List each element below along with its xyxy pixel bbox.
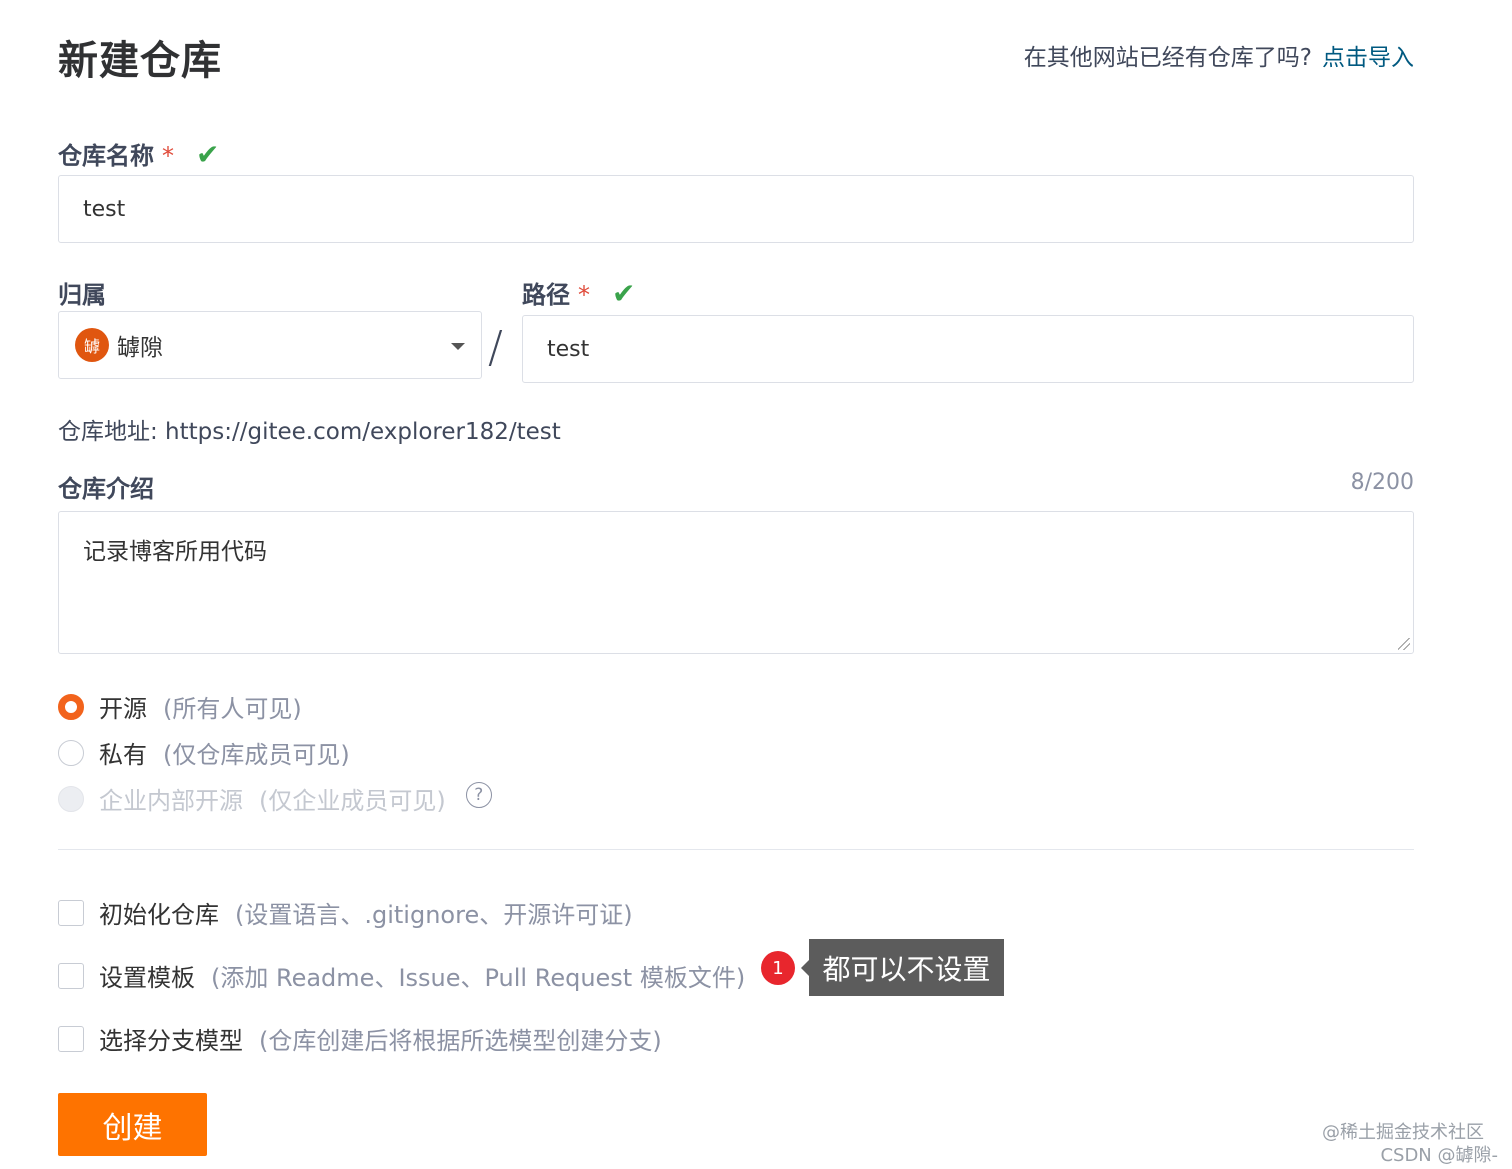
template-note: (添加 Readme、Issue、Pull Request 模板文件) <box>211 964 746 992</box>
checkbox[interactable] <box>58 962 84 989</box>
path-label-row: 路径 * ✔ <box>522 275 635 310</box>
required-mark: * <box>162 142 174 170</box>
import-link[interactable]: 点击导入 <box>1322 45 1414 71</box>
radio-open[interactable]: 开源 (所有人可见) <box>58 689 302 724</box>
page-title: 新建仓库 <box>58 38 222 84</box>
checkbox[interactable] <box>58 1025 84 1052</box>
check-icon: ✔ <box>196 138 220 171</box>
radio-enterprise-label: 企业内部开源 <box>99 787 243 815</box>
radio-open-note: (所有人可见) <box>163 695 302 723</box>
path-separator: / <box>488 322 503 373</box>
owner-value: 罅隙 <box>117 335 163 361</box>
description-label: 仓库介绍 <box>58 475 154 503</box>
watermark-csdn: CSDN @罅隙- <box>1380 1145 1498 1166</box>
create-button[interactable]: 创建 <box>58 1093 207 1156</box>
annotation-arrow <box>801 960 809 976</box>
required-mark: * <box>578 281 590 309</box>
radio-button-disabled <box>58 785 84 812</box>
divider <box>58 849 1414 850</box>
chevron-down-icon <box>451 343 465 350</box>
radio-button[interactable] <box>58 739 84 766</box>
repo-name-label-row: 仓库名称 * ✔ <box>58 136 219 171</box>
avatar: 罅 <box>75 328 109 362</box>
repo-name-value: test <box>83 196 126 222</box>
radio-private-note: (仅仓库成员可见) <box>163 741 350 769</box>
path-label: 路径 <box>522 281 570 309</box>
checkbox-branch-model[interactable]: 选择分支模型 (仓库创建后将根据所选模型创建分支) <box>58 1021 662 1056</box>
checkbox[interactable] <box>58 899 84 926</box>
repo-address: 仓库地址: https://gitee.com/explorer182/test <box>58 419 561 445</box>
branch-model-label: 选择分支模型 <box>99 1027 243 1055</box>
annotation-tooltip: 都可以不设置 <box>809 939 1004 996</box>
repo-name-label: 仓库名称 <box>58 142 154 170</box>
template-label: 设置模板 <box>99 964 195 992</box>
radio-enterprise-note: (仅企业成员可见) <box>259 787 446 815</box>
import-hint-text: 在其他网站已经有仓库了吗? <box>1023 45 1312 71</box>
radio-private-label: 私有 <box>99 741 147 769</box>
check-icon: ✔ <box>612 277 636 310</box>
char-counter: 8/200 <box>1350 470 1414 495</box>
annotation-badge: 1 <box>761 951 795 985</box>
branch-model-note: (仓库创建后将根据所选模型创建分支) <box>259 1027 662 1055</box>
owner-label: 归属 <box>58 281 106 309</box>
radio-button-checked[interactable] <box>58 693 84 720</box>
resize-handle-icon[interactable] <box>1398 638 1410 650</box>
help-icon[interactable]: ? <box>465 781 492 808</box>
radio-private[interactable]: 私有 (仅仓库成员可见) <box>58 735 350 770</box>
radio-open-label: 开源 <box>99 695 147 723</box>
import-hint: 在其他网站已经有仓库了吗? 点击导入 <box>1024 38 1414 72</box>
path-input[interactable]: test <box>522 315 1414 383</box>
description-textarea[interactable]: 记录博客所用代码 <box>58 511 1414 654</box>
checkbox-init-repo[interactable]: 初始化仓库 (设置语言、.gitignore、开源许可证) <box>58 895 633 930</box>
owner-select[interactable]: 罅 罅隙 <box>58 311 482 379</box>
repo-name-input[interactable]: test <box>58 175 1414 243</box>
checkbox-template[interactable]: 设置模板 (添加 Readme、Issue、Pull Request 模板文件) <box>58 958 745 993</box>
path-value: test <box>547 336 590 362</box>
init-repo-note: (设置语言、.gitignore、开源许可证) <box>235 901 633 929</box>
init-repo-label: 初始化仓库 <box>99 901 219 929</box>
radio-enterprise: 企业内部开源 (仅企业成员可见) ? <box>58 781 492 816</box>
description-value: 记录博客所用代码 <box>83 539 267 565</box>
